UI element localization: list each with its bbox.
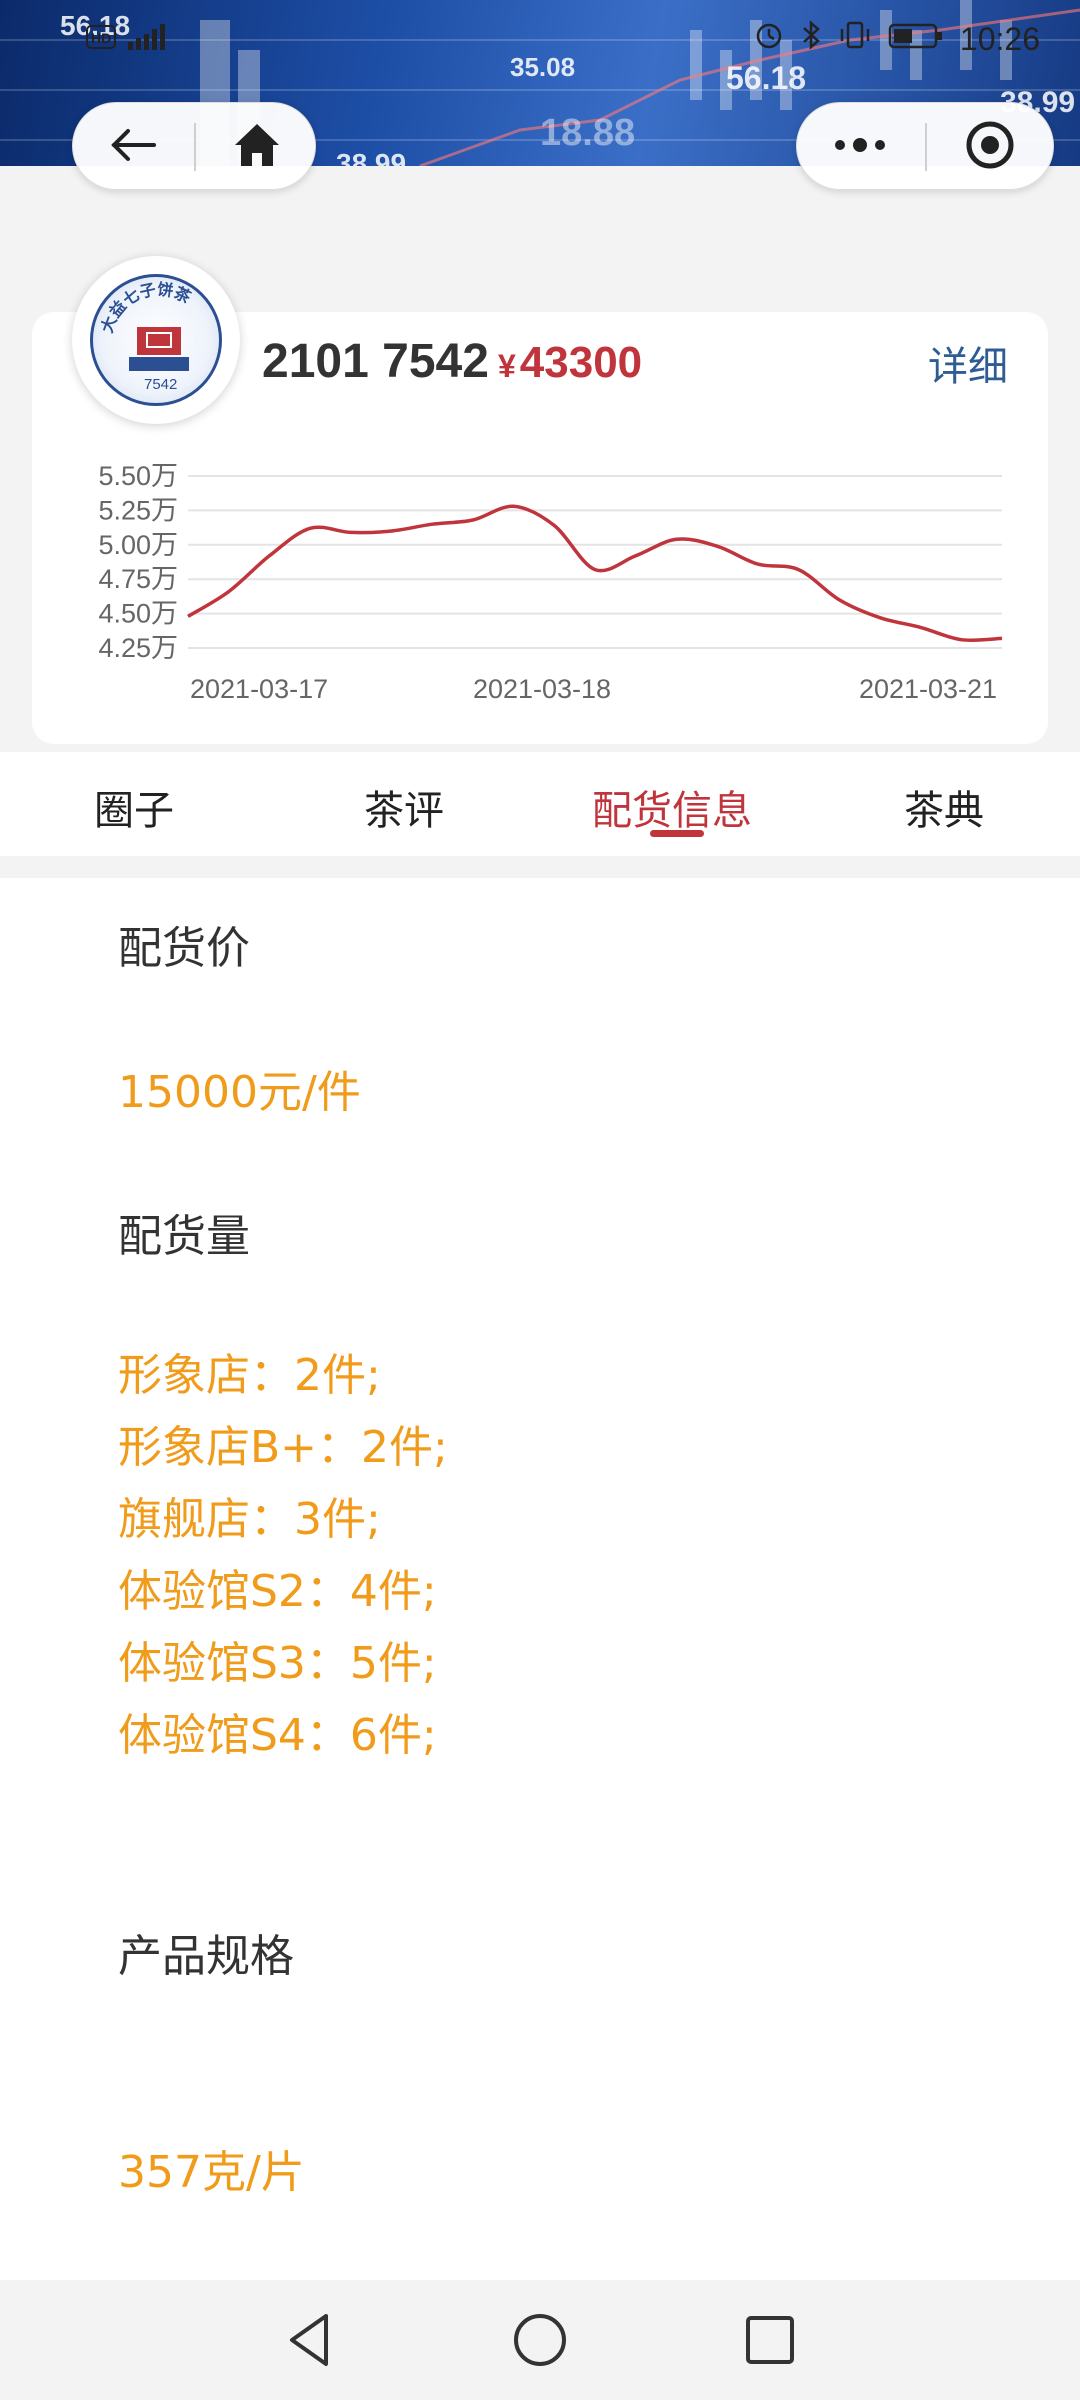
arrow-left-icon bbox=[108, 125, 158, 169]
square-recents-icon bbox=[740, 2316, 800, 2374]
x-tick-label: 2021-03-21 bbox=[859, 674, 997, 704]
tab-allocation-info[interactable]: 配货信息 bbox=[592, 778, 752, 836]
back-button[interactable] bbox=[73, 103, 193, 191]
y-tick-label: 4.75万 bbox=[98, 564, 178, 594]
more-button[interactable] bbox=[797, 103, 923, 191]
y-tick-label: 4.50万 bbox=[98, 599, 178, 629]
y-tick-label: 5.00万 bbox=[98, 530, 178, 560]
allocation-quantity-list: 形象店：2件; 形象店B+：2件; 旗舰店：3件; 体验馆S2：4件; 体验馆S… bbox=[118, 1340, 448, 1772]
close-miniprogram-button[interactable] bbox=[927, 103, 1053, 191]
x-tick-label: 2021-03-17 bbox=[190, 674, 328, 704]
product-spec-label: 产品规格 bbox=[118, 1931, 294, 1982]
battery-icon bbox=[888, 20, 944, 58]
list-item: 体验馆S4：6件; bbox=[118, 1710, 437, 1761]
bluetooth-icon bbox=[800, 20, 822, 58]
tab-tea-review[interactable]: 茶评 bbox=[364, 778, 444, 836]
list-item: 体验馆S3：5件; bbox=[118, 1638, 437, 1689]
tab-circle[interactable]: 圈子 bbox=[94, 778, 174, 836]
allocation-quantity-label: 配货量 bbox=[118, 1211, 250, 1262]
allocation-price-value: 15000元/件 bbox=[118, 1067, 361, 1118]
logo-number: 7542 bbox=[144, 376, 177, 393]
circle-home-icon bbox=[510, 2314, 570, 2374]
alarm-icon bbox=[754, 20, 784, 58]
price-value: 43300 bbox=[519, 338, 643, 387]
system-navigation-bar bbox=[0, 2280, 1080, 2400]
y-tick-label: 5.50万 bbox=[98, 461, 178, 491]
list-item: 形象店：2件; bbox=[118, 1350, 381, 1401]
currency-symbol: ¥ bbox=[498, 348, 516, 384]
list-item: 形象店B+：2件; bbox=[118, 1422, 448, 1473]
miniprogram-capsule bbox=[796, 102, 1054, 190]
banner-number: 18.88 bbox=[540, 112, 636, 154]
list-item: 旗舰店：3件; bbox=[118, 1494, 381, 1545]
back-home-capsule bbox=[72, 102, 316, 190]
signal-icon bbox=[124, 22, 172, 60]
tab-bar: 圈子 茶评 配货信息 茶典 bbox=[0, 752, 1080, 856]
x-tick-label: 2021-03-18 bbox=[473, 674, 611, 704]
more-dots-icon bbox=[832, 135, 888, 159]
home-button[interactable] bbox=[197, 103, 317, 191]
list-item: 体验馆S2：4件; bbox=[118, 1566, 437, 1617]
tea-cake-logo-icon: 大益七子饼茶 7542 bbox=[97, 279, 195, 393]
price-trend-chart: 5.50万 5.25万 5.00万 4.75万 4.50万 4.25万 2021-03-17… bbox=[98, 461, 1003, 704]
svg-text:大益七子饼茶: 大益七子饼茶 bbox=[97, 279, 195, 335]
screen: 56.18 35.08 56.18 38.99 18.88 38.99 HD 1… bbox=[0, 0, 1080, 2400]
status-bar: HD 10:26 bbox=[0, 0, 1080, 76]
y-tick-label: 5.25万 bbox=[98, 495, 178, 525]
nav-back-button[interactable] bbox=[280, 2310, 340, 2370]
product-price: ¥43300 bbox=[498, 338, 642, 388]
triangle-back-icon bbox=[280, 2314, 340, 2374]
svg-text:HD: HD bbox=[91, 30, 111, 46]
product-spec-value: 357克/片 bbox=[118, 2147, 305, 2198]
product-logo: 大益七子饼茶 7542 bbox=[72, 256, 240, 424]
price-line-series bbox=[187, 504, 1003, 643]
detail-link[interactable]: 详细 bbox=[928, 334, 1008, 392]
product-code: 2101 7542 bbox=[262, 335, 489, 388]
allocation-price-label: 配货价 bbox=[118, 923, 250, 974]
y-tick-label: 4.25万 bbox=[98, 633, 178, 663]
home-icon bbox=[232, 121, 282, 173]
active-tab-indicator bbox=[650, 830, 704, 837]
vibrate-icon bbox=[838, 20, 872, 58]
tab-tea-encyclopedia[interactable]: 茶典 bbox=[904, 778, 984, 836]
hd-icon: HD bbox=[86, 23, 116, 59]
banner-number: 38.99 bbox=[336, 148, 407, 166]
nav-recents-button[interactable] bbox=[740, 2310, 800, 2370]
nav-home-button[interactable] bbox=[510, 2310, 570, 2370]
clock-time: 10:26 bbox=[959, 20, 1040, 57]
target-close-icon bbox=[964, 119, 1016, 175]
